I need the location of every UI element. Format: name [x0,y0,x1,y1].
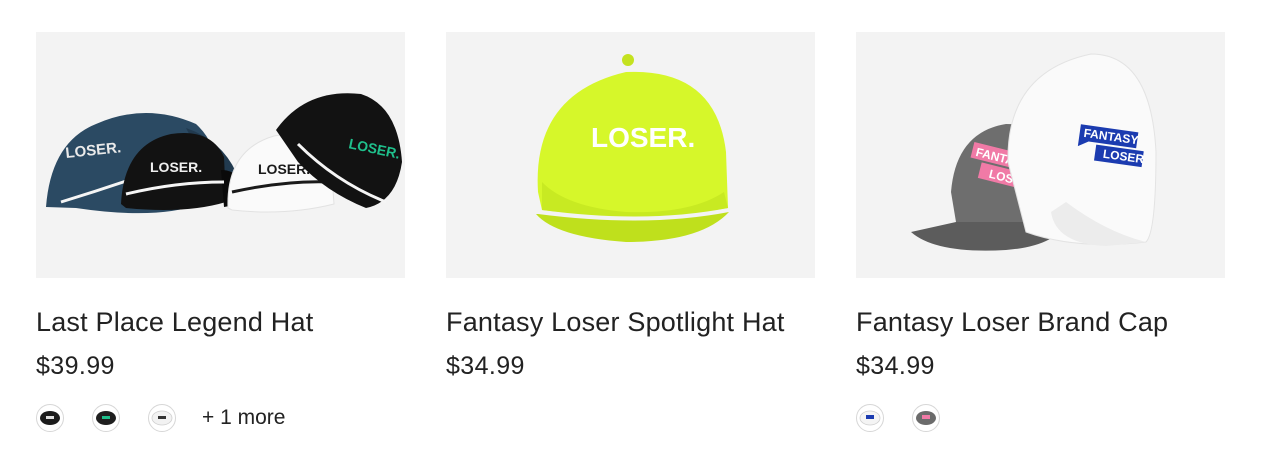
product-grid: LOSER. LOSER. LOSER. LOSER. Last Place L… [36,32,1225,433]
hat-swatch-white-blue-icon [859,410,881,426]
hat-swatch-black-icon [40,411,60,425]
product-image-last-place-legend-hat[interactable]: LOSER. LOSER. LOSER. LOSER. [36,32,405,278]
product-card-last-place-legend-hat[interactable]: LOSER. LOSER. LOSER. LOSER. Last Place L… [36,32,405,433]
hat-text-neon: LOSER. [591,122,695,153]
more-colors-link[interactable]: + 1 more [202,406,285,430]
product-card-fantasy-loser-spotlight-hat[interactable]: LOSER. Fantasy Loser Spotlight Hat $34.9… [446,32,815,433]
color-swatches: + 1 more [36,403,405,433]
hat-swatch-black-green-icon [96,411,116,425]
product-price: $34.99 [856,352,935,380]
hat-group-image: LOSER. LOSER. LOSER. LOSER. [46,93,402,214]
product-title[interactable]: Fantasy Loser Spotlight Hat [446,306,815,338]
product-title[interactable]: Fantasy Loser Brand Cap [856,306,1225,338]
color-swatch-black[interactable] [36,404,64,432]
color-swatch-white[interactable] [148,404,176,432]
product-image-fantasy-loser-spotlight-hat[interactable]: LOSER. [446,32,815,278]
neon-hat-image: LOSER. [536,54,729,242]
color-swatch-black-green[interactable] [92,404,120,432]
hat-swatch-gray-pink-icon [916,411,936,425]
product-price: $34.99 [446,352,525,380]
product-card-fantasy-loser-brand-cap[interactable]: FANTASY LOSER FANTASY LOSER Fantasy Lose… [856,32,1225,433]
product-image-fantasy-loser-brand-cap[interactable]: FANTASY LOSER FANTASY LOSER [856,32,1225,278]
color-swatches [856,403,1225,433]
color-swatch-gray-pink[interactable] [912,404,940,432]
brand-cap-image: FANTASY LOSER FANTASY LOSER [911,53,1157,251]
product-title[interactable]: Last Place Legend Hat [36,306,405,338]
hat-swatch-white-icon [151,410,173,426]
hat-text-2: LOSER. [150,159,202,175]
color-swatch-white-blue[interactable] [856,404,884,432]
product-price: $39.99 [36,352,115,380]
